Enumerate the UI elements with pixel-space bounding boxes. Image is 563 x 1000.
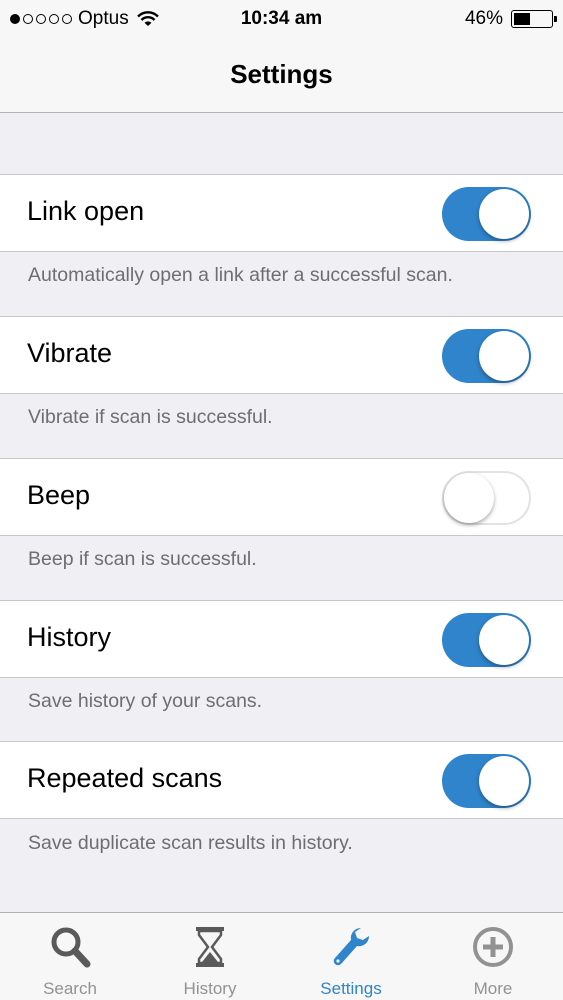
navigation-bar: Settings xyxy=(0,38,563,113)
setting-description: Automatically open a link after a succes… xyxy=(28,264,453,286)
repeated-scans-toggle[interactable] xyxy=(442,754,531,808)
tab-more[interactable]: More xyxy=(423,913,563,1000)
tab-label: Settings xyxy=(320,979,382,998)
setting-row-history: History xyxy=(0,600,563,678)
vibrate-toggle[interactable] xyxy=(442,329,531,383)
tab-label: More xyxy=(473,979,513,998)
setting-label: Link open xyxy=(27,196,145,226)
tab-settings[interactable]: Settings xyxy=(281,913,421,1000)
toggle-knob xyxy=(479,756,529,806)
page-title: Settings xyxy=(230,59,333,89)
setting-row-repeated-scans: Repeated scans xyxy=(0,741,563,819)
tab-label: Search xyxy=(43,979,97,998)
setting-label: Vibrate xyxy=(27,338,113,368)
tab-search[interactable]: Search xyxy=(0,913,140,1000)
battery-percent: 46% xyxy=(464,8,503,29)
setting-row-vibrate: Vibrate xyxy=(0,316,563,394)
hourglass-icon xyxy=(196,927,224,967)
setting-row-beep: Beep xyxy=(0,458,563,536)
setting-description: Vibrate if scan is successful. xyxy=(28,406,273,428)
setting-label: Beep xyxy=(27,480,91,510)
status-bar: Optus 10:34 am 46% xyxy=(0,0,563,38)
wrench-icon xyxy=(333,927,370,966)
plus-circle-icon xyxy=(473,927,513,967)
setting-description: Save history of your scans. xyxy=(28,690,263,712)
search-icon xyxy=(51,927,91,968)
toggle-knob xyxy=(479,615,529,665)
setting-row-link-open: Link open xyxy=(0,174,563,252)
toggle-knob xyxy=(444,473,494,523)
setting-label: History xyxy=(27,622,112,652)
setting-label: Repeated scans xyxy=(27,763,223,793)
history-toggle[interactable] xyxy=(442,613,531,667)
battery-icon xyxy=(511,10,557,28)
toggle-knob xyxy=(479,331,529,381)
tab-bar: Search History Settings More xyxy=(0,912,563,1000)
tab-history[interactable]: History xyxy=(140,913,280,1000)
tab-label: History xyxy=(183,979,237,998)
setting-description: Beep if scan is successful. xyxy=(28,548,257,570)
beep-toggle[interactable] xyxy=(442,471,531,525)
toggle-knob xyxy=(479,189,529,239)
setting-description: Save duplicate scan results in history. xyxy=(28,832,353,854)
link-open-toggle[interactable] xyxy=(442,187,531,241)
status-right: 46% xyxy=(464,8,557,30)
